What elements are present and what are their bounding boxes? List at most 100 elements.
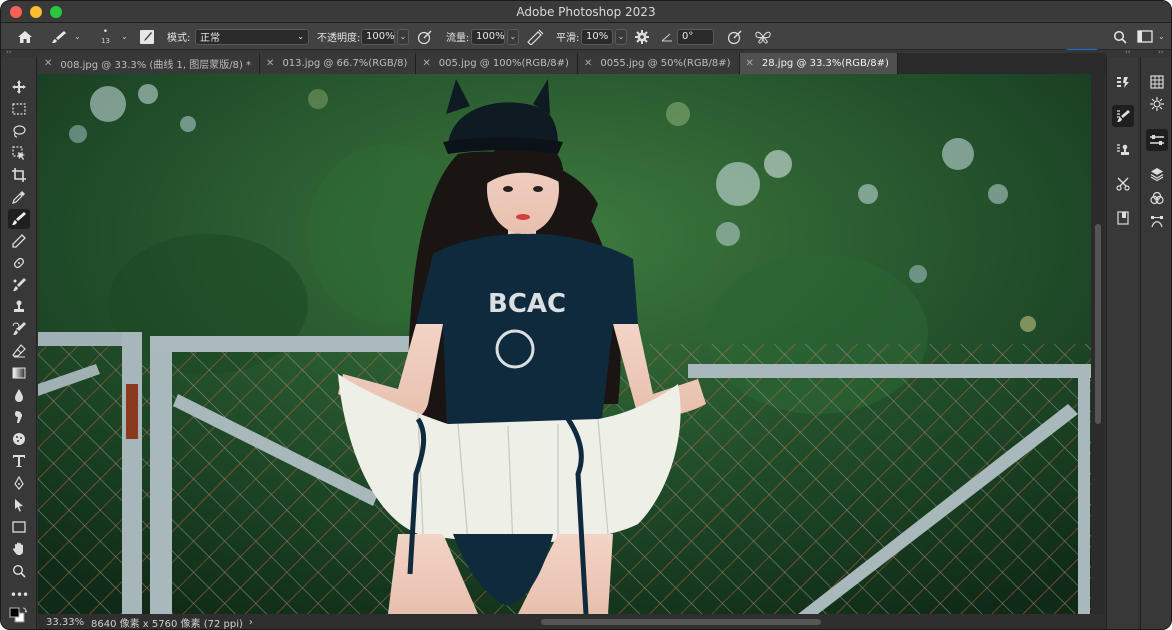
pencil-icon[interactable]: [8, 231, 30, 251]
symmetry-butterfly-icon[interactable]: [754, 23, 772, 50]
vertical-scrollbar[interactable]: [1091, 74, 1105, 614]
crop-icon[interactable]: [8, 165, 30, 185]
zoom-level[interactable]: 33.33%: [46, 617, 91, 628]
scroll-thumb[interactable]: [1095, 224, 1101, 424]
stamp-icon[interactable]: [8, 297, 30, 317]
airbrush-icon[interactable]: [526, 23, 544, 50]
eyedropper-icon[interactable]: [8, 187, 30, 207]
expand-toolbar-icon[interactable]: ››: [6, 48, 12, 56]
title-bar: Adobe Photoshop 2023: [1, 1, 1171, 23]
mode-label: 模式:: [167, 33, 191, 44]
clone-source-icon[interactable]: [1112, 139, 1134, 161]
brush-size-value: 13: [101, 36, 110, 45]
tab-label: 0055.jpg @ 50%(RGB/8#): [600, 58, 731, 69]
close-tab-icon[interactable]: ✕: [44, 58, 52, 69]
flow-dropdown[interactable]: ⌄: [507, 28, 519, 45]
angle-icon: [661, 23, 673, 50]
marquee-icon[interactable]: [8, 99, 30, 119]
status-menu-arrow[interactable]: ›: [249, 617, 253, 628]
more-icon[interactable]: •••: [8, 585, 30, 605]
collapse-panel-icon[interactable]: ‹‹: [1125, 48, 1131, 56]
horizontal-scroll-thumb[interactable]: [541, 619, 821, 625]
brush-settings-icon[interactable]: [139, 23, 155, 50]
adjustments-sun-icon[interactable]: [1146, 93, 1168, 115]
pen-icon[interactable]: [8, 473, 30, 493]
document-tabs: ✕ 008.jpg @ 33.3% (曲线 1, 图层蒙版/8) * ✕ 013.j…: [38, 53, 1106, 74]
opacity-dropdown[interactable]: ⌄: [397, 28, 409, 45]
tab-005[interactable]: ✕ 005.jpg @ 100%(RGB/8#): [416, 53, 578, 74]
gear-icon[interactable]: [635, 23, 649, 50]
move-icon[interactable]: [8, 77, 30, 97]
mode-select[interactable]: 正常 ⌄: [195, 28, 309, 45]
hand-icon[interactable]: [8, 539, 30, 559]
layers-icon[interactable]: [1146, 163, 1168, 185]
mode-value: 正常: [200, 33, 220, 44]
chevron-down-icon[interactable]: ⌄: [121, 23, 128, 50]
workspace-icon[interactable]: [1137, 23, 1153, 50]
type-icon[interactable]: [8, 451, 30, 471]
brush-settings-panel-icon[interactable]: [1112, 105, 1134, 127]
color-swatches-icon[interactable]: [8, 605, 30, 625]
close-window-button[interactable]: [10, 6, 22, 18]
properties-sliders-icon[interactable]: [1146, 129, 1168, 151]
tool-presets-icon[interactable]: [1112, 173, 1134, 195]
shirt-print-text: BCAC: [488, 289, 566, 319]
tab-label: 013.jpg @ 66.7%(RGB/8): [282, 58, 408, 69]
tab-28[interactable]: ✕ 28.jpg @ 33.3%(RGB/8#): [739, 53, 898, 74]
opacity-input[interactable]: 100%: [361, 28, 395, 45]
smoothing-input[interactable]: 10%: [581, 28, 613, 45]
smoothing-label: 平滑:: [556, 33, 580, 44]
tab-0055[interactable]: ✕ 0055.jpg @ 50%(RGB/8#): [577, 53, 740, 74]
path-select-icon[interactable]: [8, 495, 30, 515]
options-bar: ⌄ • 13 ⌄ 模式: 正常 ⌄ 不透明度: 100% ⌄ 流量: 100% …: [1, 23, 1171, 68]
chevron-down-icon: ⌄: [297, 32, 304, 41]
close-tab-icon[interactable]: ✕: [584, 58, 592, 69]
tab-label: 008.jpg @ 33.3% (曲线 1, 图层蒙版/8) *: [60, 60, 252, 71]
tab-008[interactable]: ✕ 008.jpg @ 33.3% (曲线 1, 图层蒙版/8) *: [38, 53, 261, 74]
close-tab-icon[interactable]: ✕: [746, 58, 754, 69]
history-brush-icon[interactable]: [8, 319, 30, 339]
collapsed-panels-1: [1106, 57, 1138, 629]
brush-preset-icon[interactable]: [51, 23, 67, 50]
brush-icon[interactable]: [8, 209, 30, 229]
tab-label: 005.jpg @ 100%(RGB/8#): [438, 58, 569, 69]
eraser-icon[interactable]: [8, 341, 30, 361]
pressure-size-icon[interactable]: [727, 23, 743, 50]
object-select-icon[interactable]: [8, 143, 30, 163]
rectangle-icon[interactable]: [8, 517, 30, 537]
minimize-window-button[interactable]: [30, 6, 42, 18]
maximize-window-button[interactable]: [50, 6, 62, 18]
home-icon[interactable]: [17, 23, 33, 50]
notes-icon[interactable]: [1112, 207, 1134, 229]
chevron-down-icon[interactable]: ⌄: [1158, 23, 1165, 50]
zoom-icon[interactable]: [8, 561, 30, 581]
smoothing-dropdown[interactable]: ⌄: [615, 28, 627, 45]
pressure-opacity-icon[interactable]: [417, 23, 433, 50]
paths-icon[interactable]: [1146, 211, 1168, 233]
tools-panel: •••: [1, 57, 37, 629]
search-icon[interactable]: [1113, 23, 1127, 50]
document-canvas[interactable]: BCAC: [38, 74, 1091, 614]
mixer-brush-icon[interactable]: [8, 275, 30, 295]
angle-input[interactable]: 0°: [677, 28, 714, 45]
blur-icon[interactable]: [8, 385, 30, 405]
window-title: Adobe Photoshop 2023: [516, 4, 656, 19]
flow-input[interactable]: 100%: [471, 28, 505, 45]
chevron-down-icon[interactable]: ⌄: [74, 23, 81, 50]
history-icon[interactable]: [1112, 71, 1134, 93]
gradient-icon[interactable]: [8, 363, 30, 383]
lasso-icon[interactable]: [8, 121, 30, 141]
sponge-icon[interactable]: [8, 429, 30, 449]
close-tab-icon[interactable]: ✕: [266, 58, 274, 69]
swatches-grid-icon[interactable]: [1146, 71, 1168, 93]
close-tab-icon[interactable]: ✕: [422, 58, 430, 69]
brush-size-picker[interactable]: • 13: [101, 23, 110, 50]
tab-013[interactable]: ✕ 013.jpg @ 66.7%(RGB/8): [260, 53, 417, 74]
smudge-icon[interactable]: [8, 407, 30, 427]
collapse-panel-icon[interactable]: ››: [1158, 48, 1164, 56]
flow-label: 流量:: [446, 33, 470, 44]
collapsed-panels-2: [1140, 57, 1171, 629]
healing-icon[interactable]: [8, 253, 30, 273]
channels-icon[interactable]: [1146, 187, 1168, 209]
photoshop-window: Adobe Photoshop 2023 ⌄ • 13 ⌄ 模式: 正常 ⌄ 不…: [0, 0, 1172, 630]
